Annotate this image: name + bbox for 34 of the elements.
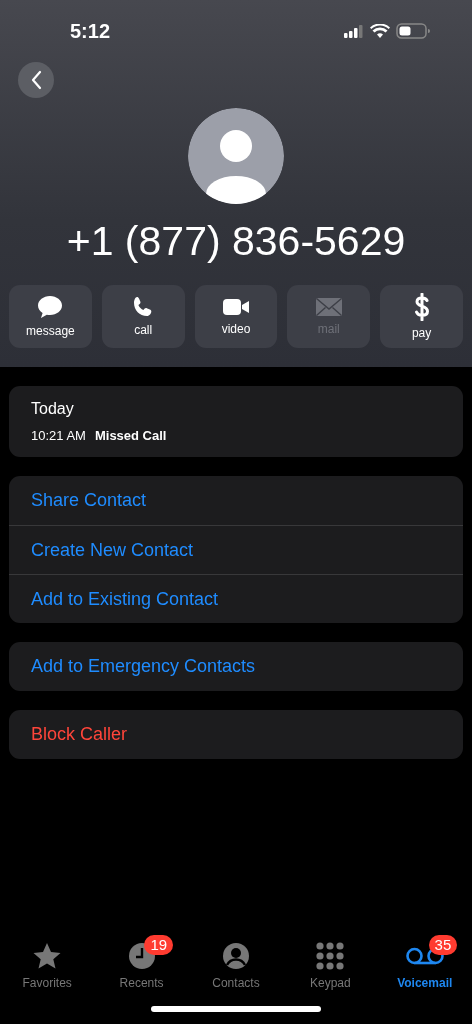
wifi-icon [370, 24, 390, 38]
person-circle-icon [221, 942, 250, 970]
status-time: 5:12 [70, 19, 111, 43]
chevron-left-icon [30, 70, 42, 90]
dollar-icon [413, 293, 430, 321]
menu-row[interactable]: Create New Contact [9, 525, 463, 574]
phone-number: +1 (877) 836-5629 [66, 217, 406, 266]
badge: 19 [144, 935, 174, 955]
action-button[interactable]: pay [380, 285, 463, 348]
call-time: 10:21 AM [31, 428, 86, 443]
keypad-icon [316, 942, 345, 970]
envelope-icon [314, 297, 343, 317]
menu-row[interactable]: Block Caller [9, 710, 463, 759]
tab[interactable]: Contacts [192, 933, 279, 990]
menu-row[interactable]: Add to Emergency Contacts [9, 642, 463, 691]
tab[interactable]: Keypad [287, 933, 374, 990]
tab[interactable]: 35 Voicemail [381, 933, 468, 990]
speech-bubble-icon [37, 295, 64, 319]
signal-icon [344, 24, 364, 38]
avatar-icon [188, 108, 284, 204]
action-button[interactable]: video [194, 285, 278, 348]
badge: 35 [428, 935, 458, 955]
tab[interactable]: 19 Recents [98, 933, 185, 990]
battery-icon [396, 23, 430, 39]
action-button[interactable]: message [9, 285, 92, 348]
back-button[interactable] [18, 62, 54, 98]
menu-row[interactable]: Share Contact [9, 476, 463, 525]
video-camera-icon [222, 297, 250, 317]
star-icon [32, 942, 63, 970]
history-date: Today [31, 400, 75, 418]
tab[interactable]: Favorites [4, 933, 91, 990]
action-button[interactable]: call [101, 285, 185, 348]
call-type: Missed Call [94, 428, 167, 443]
menu-row[interactable]: Add to Existing Contact [9, 574, 463, 623]
